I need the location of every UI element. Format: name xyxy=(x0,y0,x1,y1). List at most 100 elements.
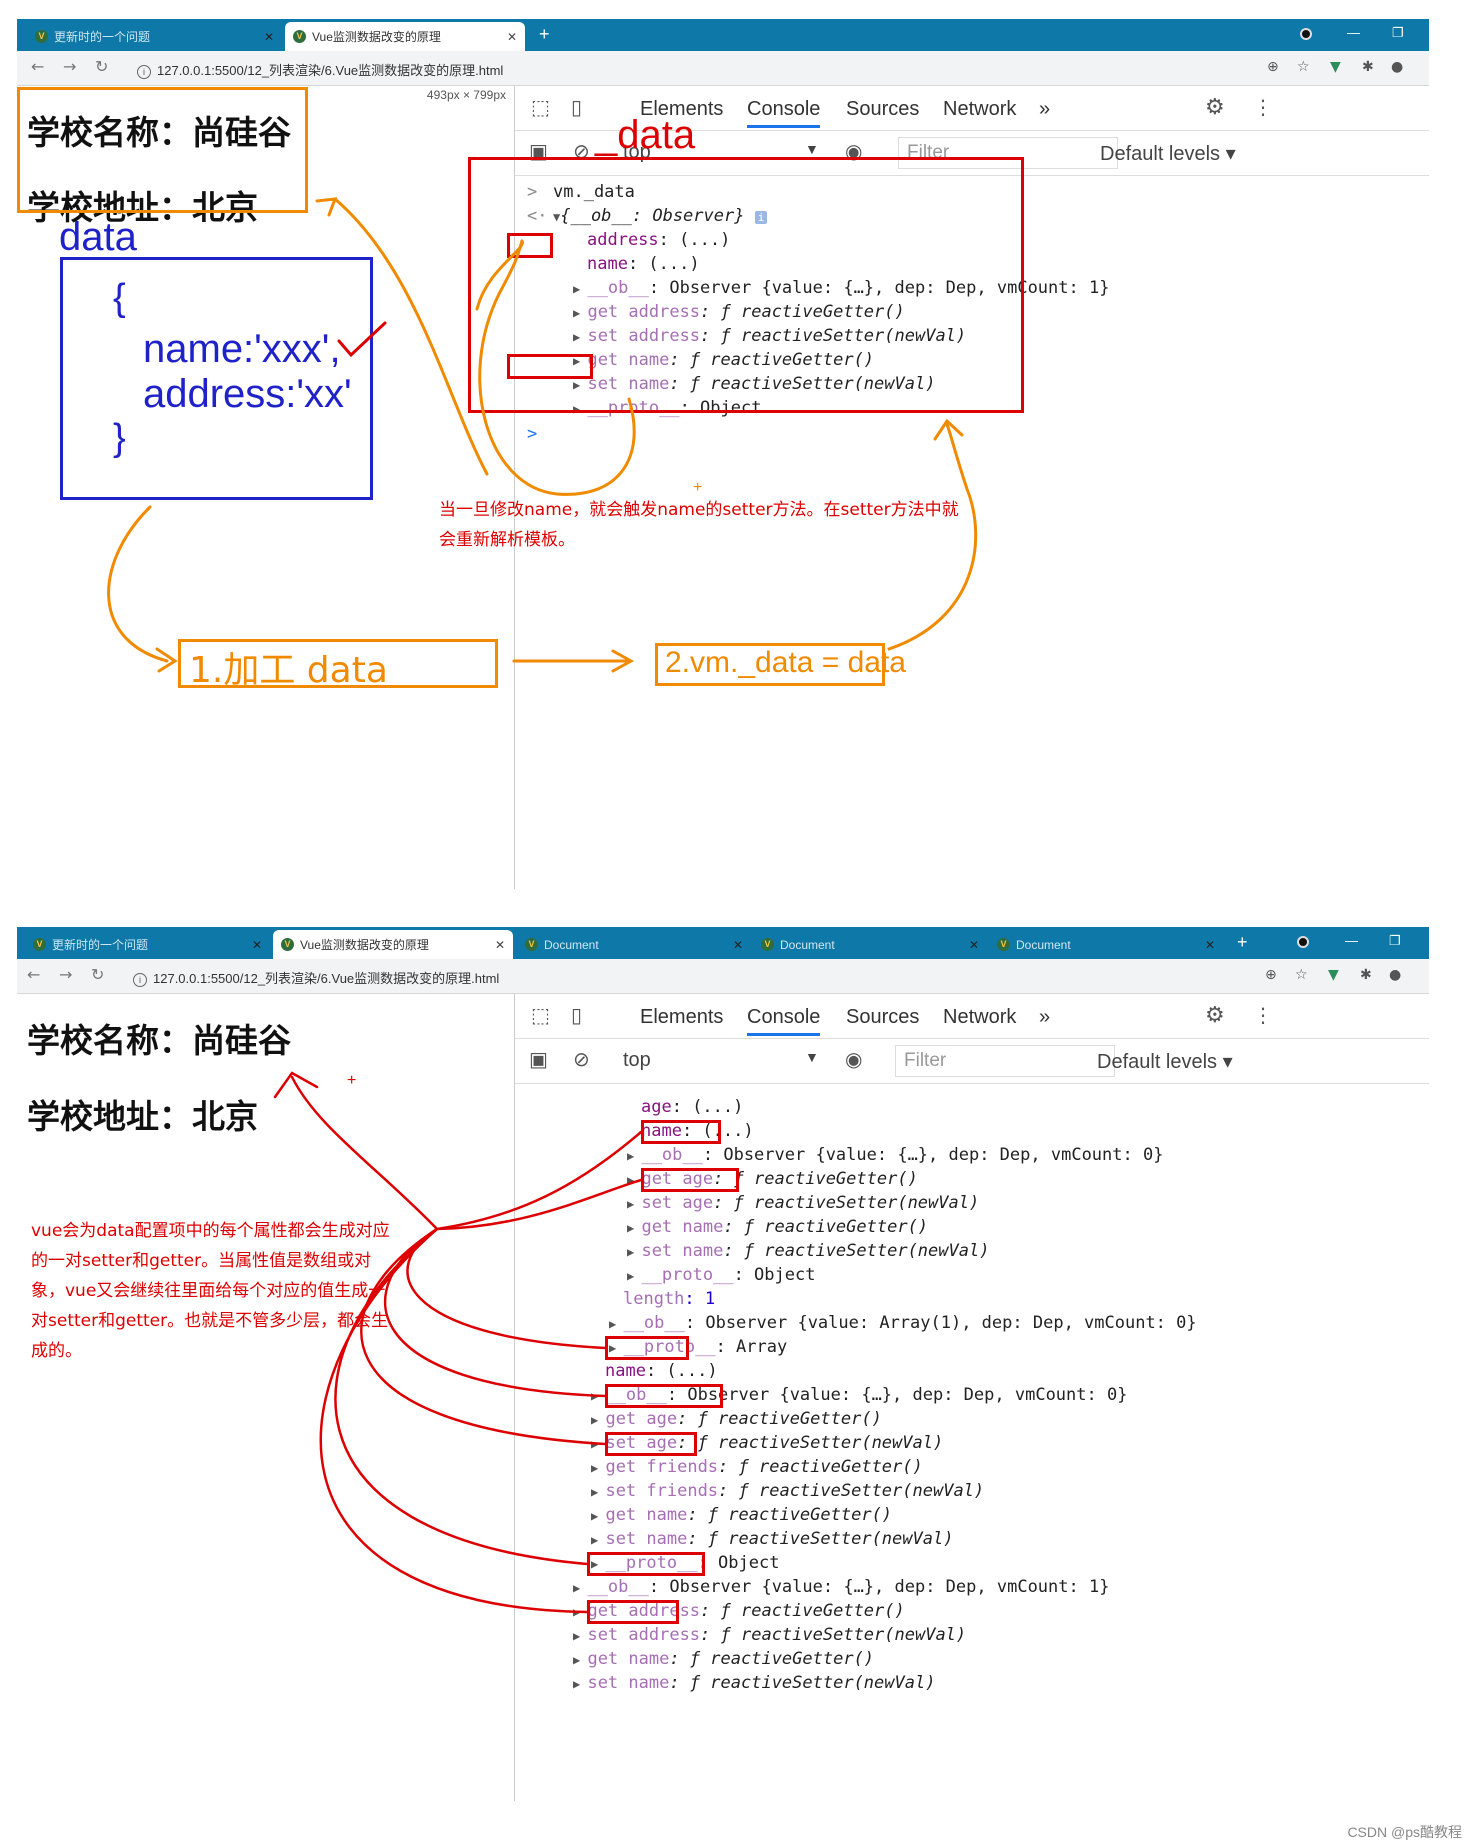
console-prop-line[interactable]: ▶ set name: ƒ reactiveSetter(newVal) xyxy=(591,1527,953,1552)
extensions-icon[interactable]: ✱ xyxy=(1362,59,1374,75)
console-prop-line[interactable]: ▶ get name: ƒ reactiveGetter() xyxy=(573,1647,874,1672)
log-levels-dropdown[interactable]: Default levels ▾ xyxy=(1097,1049,1233,1074)
annotation-step2-label: 2.vm._data = data xyxy=(665,646,906,679)
reload-icon[interactable]: ↻ xyxy=(95,59,108,75)
annotation-vue-explanation: vue会为data配置项中的每个属性都会生成对应的一对setter和getter… xyxy=(31,1221,390,1361)
inspect-element-icon[interactable]: ⬚ xyxy=(531,95,550,119)
tab-sources[interactable]: Sources xyxy=(846,1006,919,1029)
close-icon[interactable]: ✕ xyxy=(264,30,274,44)
tab-network[interactable]: Network xyxy=(943,1006,1016,1029)
url-field[interactable]: i 127.0.0.1:5500/12_列表渲染/6.Vue监测数据改变的原理.h… xyxy=(137,60,503,79)
settings-gear-icon[interactable]: ⚙ xyxy=(1205,1003,1225,1028)
url-field[interactable]: i 127.0.0.1:5500/12_列表渲染/6.Vue监测数据改变的原理.h… xyxy=(133,968,499,987)
close-icon[interactable]: ✕ xyxy=(252,938,262,952)
settings-gear-icon[interactable]: ⚙ xyxy=(1205,95,1225,120)
vue-favicon-icon: V xyxy=(997,938,1010,951)
annotation-school-box xyxy=(17,87,308,213)
tab-console[interactable]: Console xyxy=(747,98,821,128)
console-prop-line: age: (...) xyxy=(641,1097,744,1117)
tab-network[interactable]: Network xyxy=(943,98,1016,121)
console-prop-line[interactable]: ▶ get friends: ƒ reactiveGetter() xyxy=(591,1455,923,1480)
bookmark-star-icon[interactable]: ☆ xyxy=(1297,59,1310,75)
browser-tab-active[interactable]: V Vue监测数据改变的原理 ✕ xyxy=(273,930,513,959)
back-icon[interactable]: ← xyxy=(31,59,44,75)
close-icon[interactable]: ✕ xyxy=(733,938,743,952)
minimize-icon[interactable]: — xyxy=(1347,25,1360,40)
clear-console-icon[interactable]: ⊘ xyxy=(573,1047,590,1071)
more-options-icon[interactable]: ⋮ xyxy=(1253,1003,1273,1027)
new-tab-icon[interactable]: + xyxy=(1237,933,1248,951)
annotation-code-name: name:'xxx', xyxy=(143,327,341,371)
browser-tab[interactable]: V Document ✕ xyxy=(517,930,751,959)
forward-icon[interactable]: → xyxy=(59,967,72,983)
forward-icon[interactable]: → xyxy=(63,59,76,75)
browser-tab-bar: V 更新时的一个问题 ✕ V Vue监测数据改变的原理 ✕ + — ❐ xyxy=(17,19,1429,51)
console-input-prompt-icon[interactable]: > xyxy=(527,422,537,446)
chevron-down-icon[interactable]: ▼ xyxy=(805,1049,819,1065)
browser-tab[interactable]: V 更新时的一个问题 ✕ xyxy=(27,22,282,51)
console-prop-line[interactable]: ▶ get name: ƒ reactiveGetter() xyxy=(627,1215,928,1240)
annotation-code-address: address:'xx' xyxy=(143,372,352,416)
console-prop-line[interactable]: ▶ set age: ƒ reactiveSetter(newVal) xyxy=(627,1191,979,1216)
console-prop-line[interactable]: ▶ __proto__: Object xyxy=(627,1263,815,1288)
console-filter-bar: ▣ ⊘ top ▼ ◉ Filter Default levels ▾ xyxy=(515,1039,1429,1084)
console-prop-line[interactable]: ▶ set name: ƒ reactiveSetter(newVal) xyxy=(627,1239,989,1264)
console-prop-line[interactable]: ▶ set address: ƒ reactiveSetter(newVal) xyxy=(573,1623,966,1648)
tab-sources[interactable]: Sources xyxy=(846,98,919,121)
vue-devtools-icon[interactable]: ▼ xyxy=(1330,59,1341,75)
console-prop-line[interactable]: ▶ set friends: ƒ reactiveSetter(newVal) xyxy=(591,1479,984,1504)
close-icon[interactable]: ✕ xyxy=(969,938,979,952)
device-toolbar-icon[interactable]: ▯ xyxy=(571,95,582,119)
console-prop-line[interactable]: ▶ __ob__: Observer {value: {…}, dep: Dep… xyxy=(573,1575,1109,1600)
close-icon[interactable]: ✕ xyxy=(507,30,517,44)
context-selector[interactable]: top xyxy=(623,1049,651,1072)
device-toolbar-icon[interactable]: ▯ xyxy=(571,1003,582,1027)
more-tabs-button[interactable]: » xyxy=(1039,98,1050,121)
annotation-highlight-set-friends xyxy=(605,1384,723,1408)
tab-console[interactable]: Console xyxy=(747,1006,821,1036)
zoom-icon[interactable]: ⊕ xyxy=(1267,59,1279,75)
new-tab-icon[interactable]: + xyxy=(539,25,550,43)
tab-title: Document xyxy=(1016,937,1071,952)
annotation-highlight-set-age xyxy=(605,1336,689,1360)
screenshot-top: V 更新时的一个问题 ✕ V Vue监测数据改变的原理 ✕ + — ❐ ← → … xyxy=(17,19,1429,889)
browser-tab-active[interactable]: V Vue监测数据改变的原理 ✕ xyxy=(285,22,525,51)
record-icon xyxy=(1300,28,1312,40)
reload-icon[interactable]: ↻ xyxy=(91,967,104,983)
minimize-icon[interactable]: — xyxy=(1345,933,1358,948)
vue-devtools-icon[interactable]: ▼ xyxy=(1328,967,1339,983)
inspect-element-icon[interactable]: ⬚ xyxy=(531,1003,550,1027)
console-prop-line: length: 1 xyxy=(623,1289,716,1309)
restore-icon[interactable]: ❐ xyxy=(1389,933,1401,949)
log-levels-dropdown[interactable]: Default levels ▾ xyxy=(1100,141,1236,166)
bookmark-star-icon[interactable]: ☆ xyxy=(1295,967,1308,983)
tab-title: Vue监测数据改变的原理 xyxy=(312,30,441,44)
profile-avatar-icon[interactable]: ● xyxy=(1391,59,1403,75)
console-prop-line[interactable]: ▶ get name: ƒ reactiveGetter() xyxy=(591,1503,892,1528)
profile-avatar-icon[interactable]: ● xyxy=(1389,967,1401,983)
eye-icon[interactable]: ◉ xyxy=(845,1047,862,1071)
console-prop-line[interactable]: ▶ set name: ƒ reactiveSetter(newVal) xyxy=(573,1671,935,1696)
browser-tab[interactable]: V 更新时的一个问题 ✕ xyxy=(25,930,270,959)
console-prop-line[interactable]: ▶ __ob__: Observer {value: {…}, dep: Dep… xyxy=(627,1143,1163,1168)
extensions-icon[interactable]: ✱ xyxy=(1360,967,1372,983)
close-icon[interactable]: ✕ xyxy=(1205,938,1215,952)
filter-input[interactable]: Filter xyxy=(895,1045,1115,1077)
vue-favicon-icon: V xyxy=(35,30,48,43)
sidebar-toggle-icon[interactable]: ▣ xyxy=(529,1047,548,1071)
restore-icon[interactable]: ❐ xyxy=(1392,25,1404,41)
chevron-down-icon[interactable]: ▼ xyxy=(805,141,819,157)
more-options-icon[interactable]: ⋮ xyxy=(1253,95,1273,119)
tab-title: Document xyxy=(544,937,599,952)
browser-tab[interactable]: V Document ✕ xyxy=(989,930,1223,959)
back-icon[interactable]: ← xyxy=(27,967,40,983)
zoom-icon[interactable]: ⊕ xyxy=(1265,967,1277,983)
browser-tab-bar: V 更新时的一个问题 ✕ V Vue监测数据改变的原理 ✕ V Document… xyxy=(17,927,1429,959)
console-prop-line[interactable]: ▶ get age: ƒ reactiveGetter() xyxy=(591,1407,882,1432)
close-icon[interactable]: ✕ xyxy=(495,938,505,952)
annotation-set-name-highlight xyxy=(507,354,593,379)
browser-tab[interactable]: V Document ✕ xyxy=(753,930,987,959)
more-tabs-button[interactable]: » xyxy=(1039,1006,1050,1029)
tab-elements[interactable]: Elements xyxy=(640,1006,723,1029)
console-prop-line[interactable]: ▶ __ob__: Observer {value: Array(1), dep… xyxy=(609,1311,1197,1336)
